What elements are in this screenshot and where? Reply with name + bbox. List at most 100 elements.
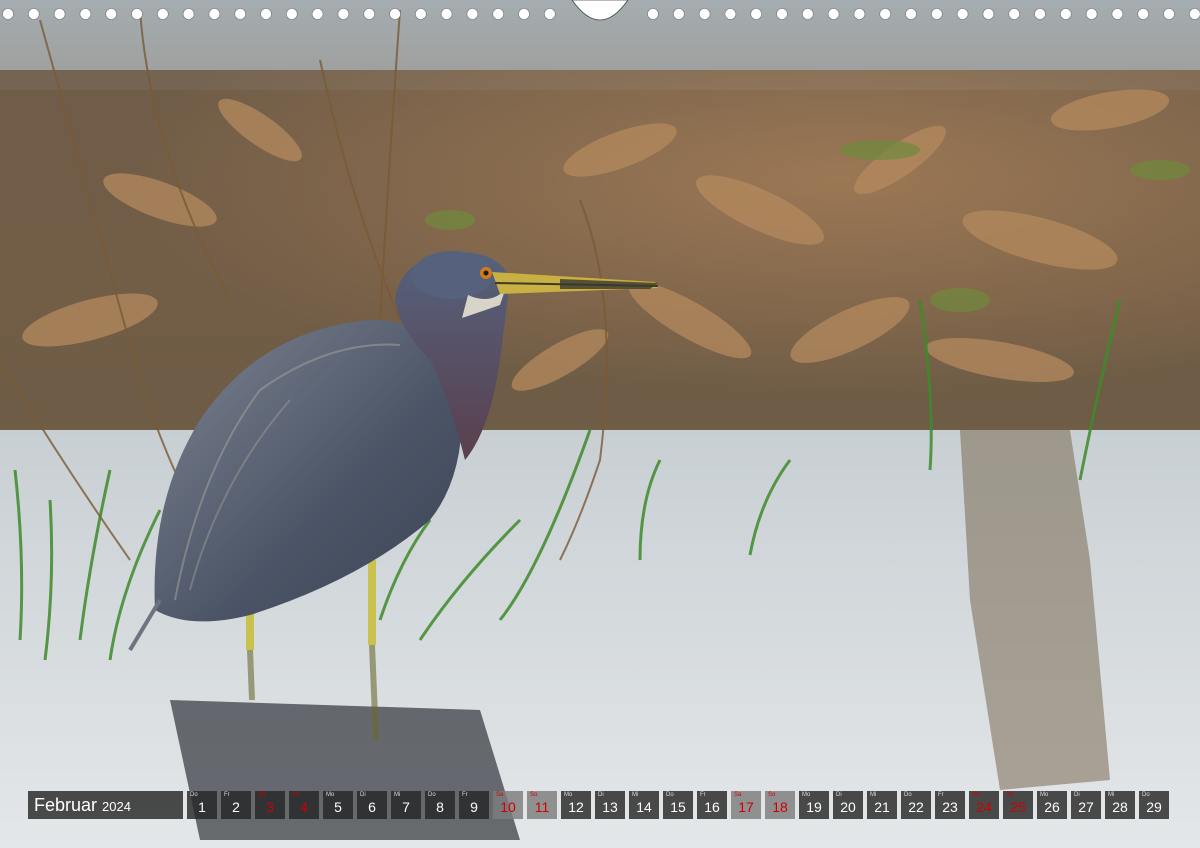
binding-hole-icon (492, 8, 505, 20)
day-cell: Di 27 (1071, 791, 1101, 819)
binding-hole-icon (853, 8, 866, 20)
weekday-label: Fr (700, 792, 706, 798)
day-cell: Do 1 (187, 791, 217, 819)
day-number: 26 (1044, 799, 1060, 815)
day-cell: Di 20 (833, 791, 863, 819)
calendar-page: Februar 2024 Do 1 Fr 2 Sa 3 So 4 Mo 5 Di 6 Mi 7 Do 8 Fr 9… (0, 0, 1200, 848)
day-cell: So 25 (1003, 791, 1033, 819)
hanger-notch-icon (571, 0, 629, 21)
day-cell: Mo 12 (561, 791, 591, 819)
weekday-label: Di (598, 792, 604, 798)
spiral-binding (2, 0, 1200, 21)
day-cell: Di 6 (357, 791, 387, 819)
day-cell: Mo 5 (323, 791, 353, 819)
weekday-label: Do (190, 792, 198, 798)
weekday-label: Di (1074, 792, 1080, 798)
day-number: 28 (1112, 799, 1128, 815)
binding-hole-icon (1189, 8, 1200, 20)
weekday-label: Mo (1040, 792, 1049, 798)
day-number: 13 (602, 799, 618, 815)
binding-hole-icon (543, 8, 556, 20)
day-cell: Do 29 (1139, 791, 1169, 819)
day-number: 17 (738, 799, 754, 815)
binding-hole-icon (260, 8, 272, 20)
day-cell: Sa 3 (255, 791, 285, 819)
day-cell: Mi 21 (867, 791, 897, 819)
binding-hole-icon (801, 8, 814, 20)
binding-hole-icon (905, 8, 917, 20)
binding-hole-icon (27, 8, 40, 20)
weekday-label: Di (836, 792, 842, 798)
binding-hole-icon (53, 8, 66, 20)
binding-hole-icon (234, 8, 246, 20)
binding-hole-icon (182, 8, 195, 20)
day-cell: So 4 (289, 791, 319, 819)
binding-hole-icon (311, 8, 324, 20)
day-cell: Mi 7 (391, 791, 421, 819)
weekday-label: Do (666, 792, 674, 798)
weekday-label: Do (904, 792, 912, 798)
day-number: 5 (334, 799, 342, 815)
weekday-label: Sa (972, 792, 980, 798)
binding-hole-icon (1137, 8, 1149, 20)
day-cell: Do 8 (425, 791, 455, 819)
weekday-label: Mo (802, 792, 811, 798)
day-cell: Mi 28 (1105, 791, 1135, 819)
day-number: 3 (266, 799, 274, 815)
day-cell: Mo 19 (799, 791, 829, 819)
binding-hole-icon (1085, 8, 1098, 20)
day-number: 14 (636, 799, 652, 815)
day-cell: Fr 16 (697, 791, 727, 819)
binding-hole-icon (389, 8, 401, 20)
binding-hole-icon (930, 8, 943, 20)
binding-hole-icon (1163, 8, 1175, 20)
binding-hole-icon (1111, 8, 1124, 20)
day-number: 27 (1078, 799, 1094, 815)
weekday-label: Fr (224, 792, 230, 798)
binding-hole-icon (1008, 8, 1021, 20)
weekday-label: Mi (870, 792, 877, 798)
weekday-label: So (530, 792, 538, 798)
binding-hole-icon (466, 8, 479, 20)
weekday-label: Mo (564, 792, 573, 798)
binding-hole-icon (79, 8, 92, 20)
binding-hole-icon (956, 8, 969, 20)
day-cell: Di 13 (595, 791, 625, 819)
weekday-label: Fr (462, 792, 468, 798)
day-number: 9 (470, 799, 478, 815)
day-number: 1 (198, 799, 206, 815)
weekday-label: Sa (734, 792, 742, 798)
binding-hole-icon (879, 8, 892, 20)
weekday-label: Mo (326, 792, 335, 798)
binding-hole-icon (208, 8, 221, 20)
binding-hole-icon (1034, 8, 1046, 20)
calendar-strip: Februar 2024 Do 1 Fr 2 Sa 3 So 4 Mo 5 Di 6 Mi 7 Do 8 Fr 9… (28, 791, 1173, 819)
binding-hole-icon (827, 8, 840, 20)
day-number: 23 (942, 799, 958, 815)
weekday-label: Di (360, 792, 366, 798)
month-year: 2024 (102, 799, 131, 814)
binding-hole-icon (647, 8, 659, 20)
day-number: 10 (500, 799, 516, 815)
month-name: Februar (34, 794, 98, 815)
day-number: 8 (436, 799, 444, 815)
day-number: 12 (568, 799, 584, 815)
day-number: 21 (874, 799, 890, 815)
weekday-label: Sa (258, 792, 266, 798)
weekday-label: Fr (938, 792, 944, 798)
day-cell: Fr 2 (221, 791, 251, 819)
day-number: 16 (704, 799, 720, 815)
day-number: 22 (908, 799, 924, 815)
binding-hole-icon (414, 8, 427, 20)
day-cell: Do 22 (901, 791, 931, 819)
weekday-label: Mi (394, 792, 401, 798)
day-cell: Mi 14 (629, 791, 659, 819)
day-cell: Fr 23 (935, 791, 965, 819)
binding-hole-icon (337, 8, 350, 20)
binding-hole-icon (131, 8, 143, 20)
binding-hole-icon (157, 8, 169, 20)
binding-hole-icon (440, 8, 453, 20)
day-number: 4 (300, 799, 308, 815)
weekday-label: So (768, 792, 776, 798)
day-number: 6 (368, 799, 376, 815)
